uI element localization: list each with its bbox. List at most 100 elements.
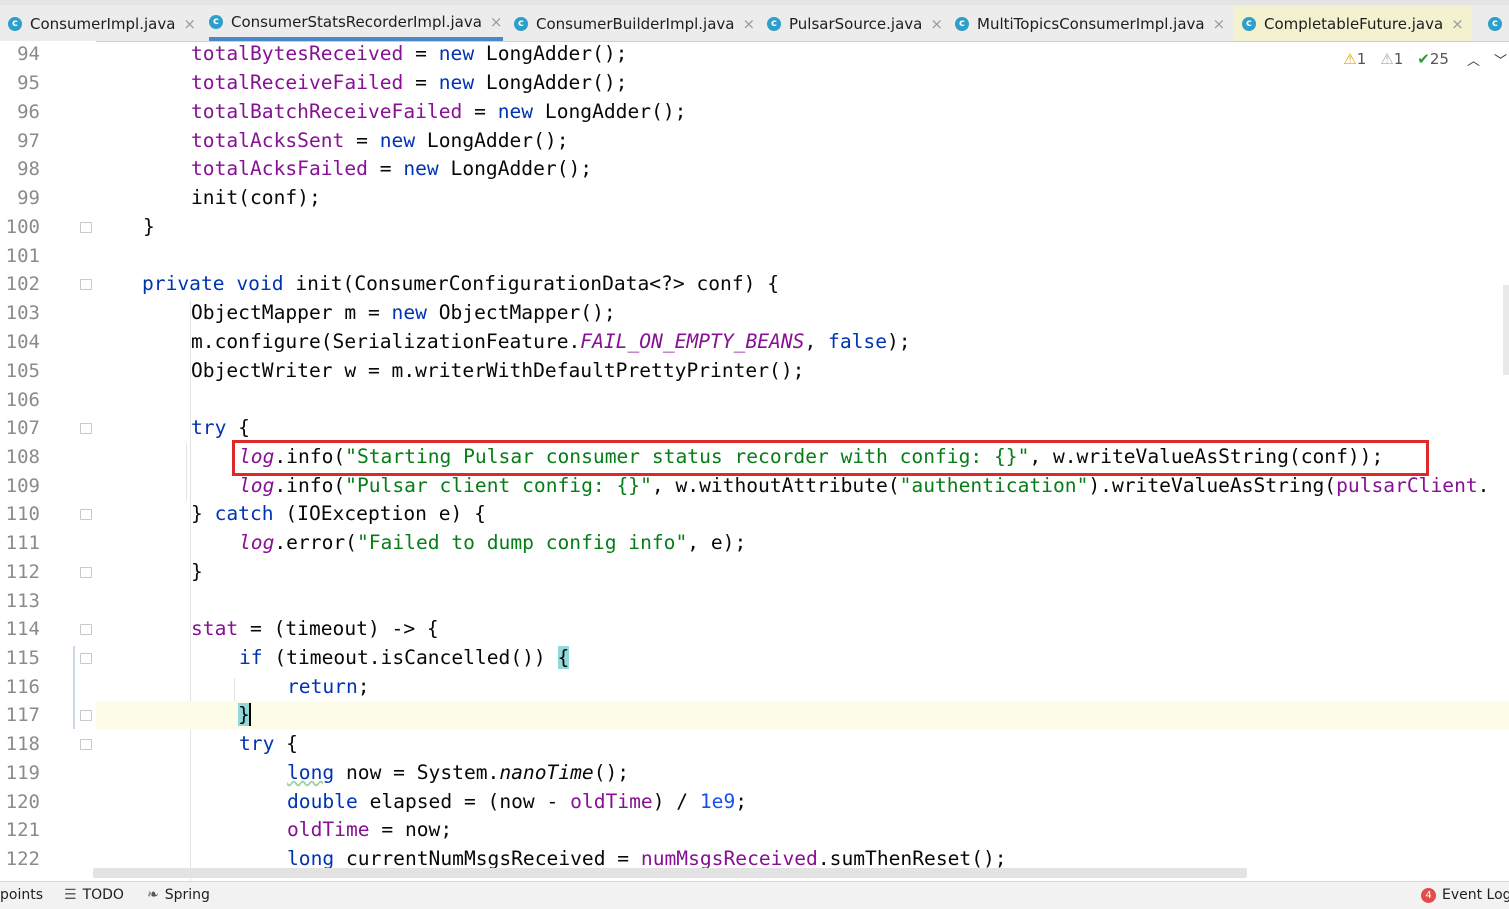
code-line-107: try { — [191, 416, 250, 439]
line-number: 110 — [5, 503, 40, 525]
close-icon[interactable]: × — [490, 13, 503, 31]
horizontal-scrollbar[interactable] — [93, 868, 1247, 878]
line-number: 98 — [17, 158, 40, 180]
code-line-118: try { — [239, 732, 298, 755]
vertical-scrollbar[interactable] — [1503, 285, 1509, 375]
todo-tool-button[interactable]: ☰ TODO — [64, 887, 124, 903]
line-number: 111 — [5, 532, 40, 554]
code-line-98: totalAcksFailed = new LongAdder(); — [191, 157, 593, 180]
line-number: 106 — [5, 389, 40, 411]
tab-label: ConsumerImpl.java — [30, 14, 176, 33]
chevron-down-icon[interactable]: ﹀ — [1494, 50, 1507, 69]
java-class-icon: c — [514, 16, 528, 31]
event-log-button[interactable]: 4 Event Log — [1421, 887, 1509, 903]
tab-label: CompletableFuture.java — [1264, 14, 1444, 33]
warning-icon: ⚠ — [1343, 50, 1357, 68]
fold-marker[interactable] — [80, 710, 92, 721]
line-number: 118 — [5, 733, 40, 755]
line-number: 94 — [17, 43, 40, 65]
chevron-up-icon[interactable]: ︿ — [1467, 50, 1480, 69]
close-icon[interactable]: × — [930, 15, 943, 33]
java-class-icon: c — [955, 16, 969, 31]
close-icon[interactable]: × — [742, 15, 755, 33]
line-number: 96 — [17, 101, 40, 123]
check-icon: ✔ — [1417, 50, 1430, 68]
tab-completable-future[interactable]: c CompletableFuture.java × — [1234, 6, 1472, 41]
line-number: 97 — [17, 130, 40, 152]
fold-marker[interactable] — [80, 279, 92, 290]
close-icon[interactable]: × — [1451, 15, 1464, 33]
tool-label: Event Log — [1442, 887, 1509, 903]
fold-marker[interactable] — [80, 567, 92, 578]
code-line-119: long now = System.nanoTime(); — [287, 761, 630, 784]
tab-consumer-builder-impl[interactable]: c ConsumerBuilderImpl.java × — [514, 6, 755, 41]
code-line-109: log.info("Pulsar client config: {}", w.w… — [239, 474, 1490, 497]
vcs-change-marker[interactable] — [73, 646, 75, 729]
code-line-95: totalReceiveFailed = new LongAdder(); — [191, 71, 628, 94]
java-class-icon: c — [8, 16, 22, 31]
code-line-121: oldTime = now; — [287, 818, 453, 841]
tool-label: TODO — [82, 887, 124, 903]
event-count-badge: 4 — [1421, 887, 1436, 903]
line-number: 107 — [5, 417, 40, 439]
line-number: 109 — [5, 475, 40, 497]
line-number: 120 — [5, 791, 40, 813]
code-line-97: totalAcksSent = new LongAdder(); — [191, 129, 569, 152]
code-line-116: return; — [287, 675, 370, 698]
status-bar: points ☰ TODO ❧ Spring 4 Event Log — [0, 881, 1509, 909]
fold-marker[interactable] — [80, 509, 92, 520]
fold-marker[interactable] — [80, 739, 92, 750]
breakpoints-tool-button[interactable]: points — [0, 887, 43, 903]
code-line-96: totalBatchReceiveFailed = new LongAdder(… — [191, 100, 687, 123]
fold-marker[interactable] — [80, 624, 92, 635]
close-icon[interactable]: × — [1213, 15, 1226, 33]
spring-tool-button[interactable]: ❧ Spring — [147, 887, 210, 903]
fold-marker[interactable] — [80, 653, 92, 664]
line-number: 113 — [5, 590, 40, 612]
code-line-102: private void init(ConsumerConfigurationD… — [142, 272, 780, 295]
java-class-icon: c — [767, 16, 781, 31]
fold-marker[interactable] — [80, 423, 92, 434]
spring-leaf-icon: ❧ — [147, 887, 159, 903]
line-number: 101 — [5, 245, 40, 267]
line-number: 115 — [5, 647, 40, 669]
line-number: 102 — [5, 273, 40, 295]
inspection-widget[interactable]: ⚠ 1 ⚠ 1 ✔ 25 ︿ ﹀ — [1335, 46, 1509, 72]
code-line-111: log.error("Failed to dump config info", … — [239, 531, 747, 554]
editor-tab-bar: c ConsumerImpl.java × c ConsumerStatsRec… — [0, 0, 1509, 42]
code-line-94: totalBytesReceived = new LongAdder(); — [191, 42, 628, 65]
line-number: 104 — [5, 331, 40, 353]
code-line-110: } catch (IOException e) { — [191, 502, 486, 525]
weak-warning-icon: ⚠ — [1380, 50, 1394, 68]
java-class-icon: c — [1242, 16, 1256, 31]
tab-pulsar-source[interactable]: c PulsarSource.java × — [767, 6, 943, 41]
fold-marker[interactable] — [80, 222, 92, 233]
java-class-icon: c — [1488, 16, 1502, 31]
code-line-114: stat = (timeout) -> { — [191, 617, 439, 640]
line-number: 103 — [5, 302, 40, 324]
line-number: 105 — [5, 360, 40, 382]
tab-multi-topics-consumer-impl[interactable]: c MultiTopicsConsumerImpl.java × — [955, 6, 1225, 41]
line-number: 100 — [5, 216, 40, 238]
tab-label: PulsarSource.java — [789, 14, 923, 33]
tab-overflow[interactable]: c — [1488, 6, 1509, 41]
code-line-103: ObjectMapper m = new ObjectMapper(); — [191, 301, 616, 324]
editor-gutter: 94 95 96 97 98 99 100 101 102 103 104 105 106 107 108 1… — [0, 41, 118, 881]
code-line-105: ObjectWriter w = m.writerWithDefaultPret… — [191, 359, 805, 382]
code-line-120: double elapsed = (now - oldTime) / 1e9; — [287, 790, 748, 813]
line-number: 119 — [5, 762, 40, 784]
line-number: 99 — [17, 187, 40, 209]
tab-consumer-stats-recorder-impl[interactable]: c ConsumerStatsRecorderImpl.java × — [209, 6, 503, 41]
code-line-104: m.configure(SerializationFeature.FAIL_ON… — [191, 330, 911, 353]
tab-consumer-impl[interactable]: c ConsumerImpl.java × — [8, 6, 196, 41]
code-line-117-caret: } — [96, 701, 1509, 729]
line-number: 121 — [5, 819, 40, 841]
highlight-annotation-box — [232, 440, 1429, 476]
tool-label: Spring — [164, 887, 210, 903]
code-line-99: init(conf); — [191, 186, 321, 209]
tab-label: ConsumerBuilderImpl.java — [536, 14, 735, 33]
code-line-115: if (timeout.isCancelled()) { — [239, 646, 570, 669]
tool-label: points — [0, 887, 43, 903]
line-number: 122 — [5, 848, 40, 870]
close-icon[interactable]: × — [183, 15, 196, 33]
